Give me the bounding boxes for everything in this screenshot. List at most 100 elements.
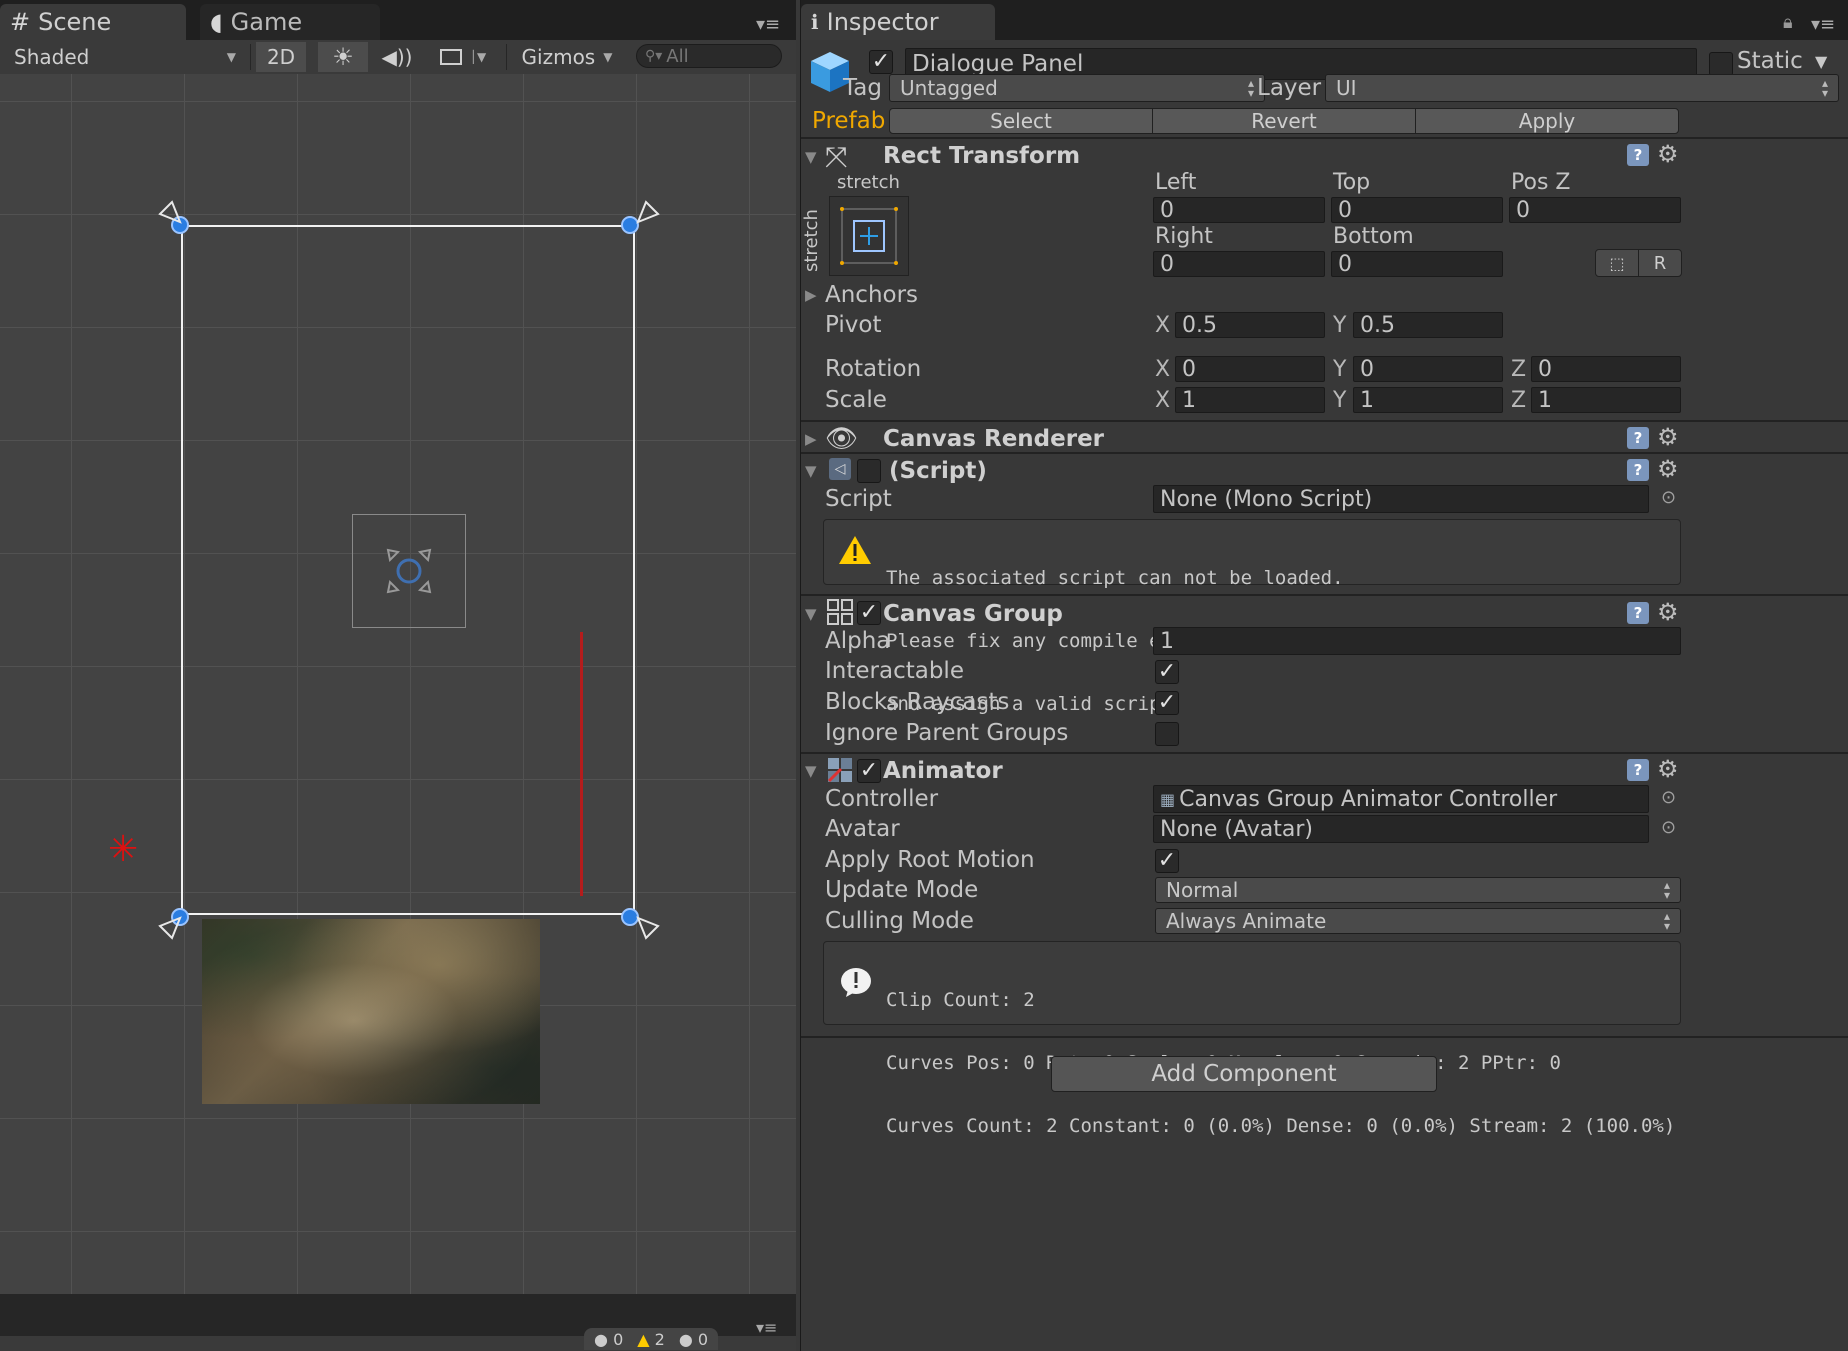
rotation-z-input[interactable]: 0 (1531, 356, 1681, 382)
gear-icon[interactable]: ⚙ (1657, 755, 1679, 783)
rotation-x-input[interactable]: 0 (1175, 356, 1325, 382)
help-icon[interactable]: ? (1627, 427, 1649, 449)
gizmos-label: Gizmos (521, 45, 596, 69)
animator-enabled-checkbox[interactable]: ✓ (857, 759, 881, 783)
panel-menu-icon[interactable]: ▾≡ (756, 1318, 777, 1337)
anchor-bottom-left-icon[interactable] (156, 912, 186, 942)
scene-search-input[interactable]: ⚲▾ All (636, 44, 782, 68)
static-checkbox[interactable] (1709, 52, 1733, 76)
gizmos-dropdown[interactable]: Gizmos ▼ (512, 42, 622, 72)
layer-dropdown[interactable]: UI ▴ ▾ (1325, 74, 1839, 102)
bottom-input[interactable]: 0 (1331, 251, 1503, 277)
gear-icon[interactable]: ⚙ (1657, 140, 1679, 168)
tab-game[interactable]: ◖ Game (200, 4, 380, 40)
red-cross-icon: ✳ (108, 829, 139, 870)
message-count[interactable]: ● 0 (679, 1330, 708, 1349)
controller-object-field[interactable]: ▦ Canvas Group Animator Controller (1153, 785, 1649, 813)
foldout-arrow-icon[interactable]: ▼ (805, 762, 817, 780)
blocks-raycasts-checkbox[interactable]: ✓ (1155, 691, 1179, 715)
static-dropdown-arrow-icon[interactable]: ▼ (1815, 52, 1827, 71)
prefab-apply-button[interactable]: Apply (1415, 108, 1679, 134)
component-divider (801, 752, 1848, 754)
canvas-group-enabled-checkbox[interactable]: ✓ (857, 601, 881, 625)
chevron-down-icon: ▼ (603, 50, 613, 64)
scale-x-label: X (1155, 388, 1171, 413)
panel-menu-icon[interactable]: ▾≡ (756, 14, 780, 35)
prefab-revert-button[interactable]: Revert (1152, 108, 1416, 134)
right-input[interactable]: 0 (1153, 251, 1325, 277)
lighting-toggle-button[interactable]: ☀ (318, 42, 368, 72)
foldout-arrow-icon[interactable]: ▼ (805, 605, 817, 623)
dropdown-arrows-icon: ▴ ▾ (1663, 909, 1670, 933)
controller-value: Canvas Group Animator Controller (1179, 786, 1558, 812)
animator-info-box: Clip Count: 2 Curves Pos: 0 Rot: 0 Scale… (823, 941, 1681, 1137)
add-component-button[interactable]: Add Component (1051, 1056, 1437, 1092)
scene-viewport[interactable]: ✳ (0, 74, 796, 1294)
prefab-select-button[interactable]: Select (889, 108, 1153, 134)
anchor-top-right-icon[interactable] (632, 198, 662, 228)
error-count[interactable]: ● 0 (594, 1330, 623, 1349)
scale-y-input[interactable]: 1 (1353, 387, 1503, 413)
script-enabled-checkbox[interactable] (857, 459, 881, 483)
update-mode-label: Update Mode (825, 877, 979, 903)
active-checkbox[interactable]: ✓ (869, 50, 893, 74)
right-value: 0 (1160, 251, 1174, 277)
help-icon[interactable]: ? (1627, 459, 1649, 481)
posz-input[interactable]: 0 (1509, 197, 1681, 223)
top-label: Top (1333, 170, 1371, 195)
shading-mode-dropdown[interactable]: Shaded ▼ (6, 42, 244, 72)
status-bar: ● 0 ▲ 2 ● 0 (0, 1328, 796, 1351)
apply-root-motion-checkbox[interactable]: ✓ (1155, 849, 1179, 873)
anchor-preset-button[interactable] (829, 196, 909, 276)
gear-icon[interactable]: ⚙ (1657, 598, 1679, 626)
left-input[interactable]: 0 (1153, 197, 1325, 223)
interactable-checkbox[interactable]: ✓ (1155, 660, 1179, 684)
audio-toggle-button[interactable]: ◀)) (372, 42, 422, 72)
scale-x-input[interactable]: 1 (1175, 387, 1325, 413)
tag-dropdown[interactable]: Untagged ▴ ▾ (889, 74, 1265, 102)
pivot-x-input[interactable]: 0.5 (1175, 312, 1325, 338)
anchors-foldout-icon[interactable]: ▶ (805, 286, 817, 304)
warning-count[interactable]: ▲ 2 (637, 1330, 665, 1349)
pivot-y-input[interactable]: 0.5 (1353, 312, 1503, 338)
foldout-arrow-icon[interactable]: ▶ (805, 430, 817, 448)
object-picker-icon[interactable]: ⊙ (1661, 817, 1676, 838)
update-mode-dropdown[interactable]: Normal ▴ ▾ (1155, 877, 1681, 903)
blueprint-mode-button[interactable]: ⬚ (1595, 249, 1639, 277)
help-icon[interactable]: ? (1627, 759, 1649, 781)
info-icon: ● (678, 1329, 693, 1349)
pivot-x-value: 0.5 (1182, 312, 1217, 338)
bottom-value: 0 (1338, 251, 1352, 277)
help-icon[interactable]: ? (1627, 144, 1649, 166)
ignore-parent-groups-checkbox[interactable] (1155, 722, 1179, 746)
effects-dropdown[interactable]: │▼ (428, 42, 498, 72)
help-icon[interactable]: ? (1627, 602, 1649, 624)
anchor-top-left-icon[interactable] (156, 198, 186, 228)
culling-mode-dropdown[interactable]: Always Animate ▴ ▾ (1155, 908, 1681, 934)
pivot-handle-icon[interactable] (384, 546, 434, 596)
foldout-arrow-icon[interactable]: ▼ (805, 462, 817, 480)
gear-icon[interactable]: ⚙ (1657, 455, 1679, 483)
rotation-y-input[interactable]: 0 (1353, 356, 1503, 382)
alpha-input[interactable]: 1 (1153, 627, 1681, 655)
culling-mode-label: Culling Mode (825, 908, 974, 934)
top-input[interactable]: 0 (1331, 197, 1503, 223)
lock-icon[interactable]: 🔒︎ (1783, 12, 1793, 33)
rotation-y-value: 0 (1360, 356, 1374, 382)
tab-game-label: Game (230, 8, 303, 36)
2d-toggle-button[interactable]: 2D (256, 42, 306, 72)
anchor-bottom-right-icon[interactable] (632, 912, 662, 942)
tab-inspector[interactable]: ℹ Inspector (801, 4, 995, 40)
script-object-field[interactable]: None (Mono Script) (1153, 485, 1649, 513)
avatar-object-field[interactable]: None (Avatar) (1153, 815, 1649, 843)
scale-z-input[interactable]: 1 (1531, 387, 1681, 413)
warning-line-1: The associated script can not be loaded. (886, 567, 1344, 589)
gear-icon[interactable]: ⚙ (1657, 423, 1679, 451)
raw-edit-button[interactable]: R (1638, 249, 1682, 277)
warning-icon: ▲ (637, 1329, 650, 1349)
tab-scene[interactable]: # Scene (0, 4, 186, 40)
foldout-arrow-icon[interactable]: ▼ (805, 148, 817, 166)
object-picker-icon[interactable]: ⊙ (1661, 787, 1676, 808)
object-picker-icon[interactable]: ⊙ (1661, 487, 1676, 508)
panel-menu-icon[interactable]: ▾≡ (1811, 14, 1835, 35)
